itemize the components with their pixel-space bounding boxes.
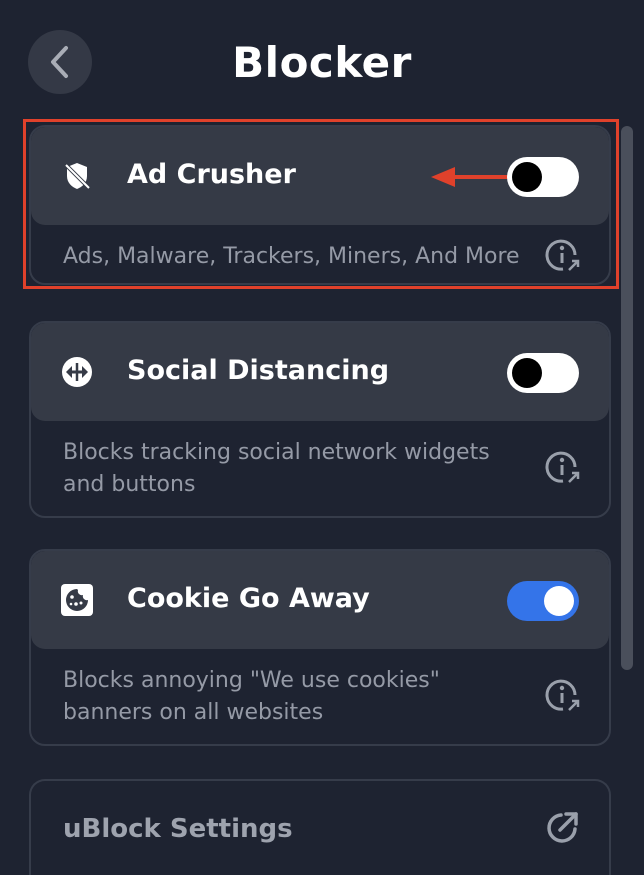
ad-crusher-description: Ads, Malware, Trackers, Miners, And More	[63, 244, 520, 269]
scrollbar[interactable]	[621, 126, 633, 670]
cookie-go-away-title: Cookie Go Away	[127, 583, 370, 614]
ad-crusher-header: Ad Crusher	[31, 127, 609, 225]
info-icon[interactable]	[545, 677, 581, 713]
ublock-settings-label: uBlock Settings	[63, 814, 293, 844]
social-distancing-title: Social Distancing	[127, 355, 390, 386]
social-distancing-icon	[62, 357, 92, 387]
toggle-knob	[512, 358, 542, 388]
toggle-knob	[544, 586, 574, 616]
toggle-knob	[512, 162, 542, 192]
cookie-go-away-header: Cookie Go Away	[31, 551, 609, 649]
cookie-go-away-card: Cookie Go Away Blocks annoying "We use c…	[29, 549, 611, 746]
ad-crusher-card: Ad Crusher Ads, Malware, Trackers, Miner…	[29, 125, 611, 285]
social-distancing-toggle[interactable]	[507, 353, 579, 393]
cookie-go-away-toggle[interactable]	[507, 581, 579, 621]
social-distancing-card: Social Distancing Blocks tracking social…	[29, 321, 611, 518]
info-icon[interactable]	[545, 237, 581, 273]
cookie-go-away-description: Blocks annoying "We use cookies" banners…	[63, 668, 440, 725]
social-distancing-description: Blocks tracking social network widgets a…	[63, 440, 490, 497]
ad-crusher-icon	[64, 163, 91, 190]
social-distancing-header: Social Distancing	[31, 323, 609, 421]
page-title: Blocker	[232, 38, 412, 87]
blocker-page: Blocker Ad Crusher Ads, Malware, Tracker…	[0, 0, 644, 875]
ad-crusher-toggle[interactable]	[507, 157, 579, 197]
cookie-icon	[61, 584, 93, 616]
ublock-settings-button[interactable]: uBlock Settings	[29, 779, 611, 875]
external-link-icon	[547, 812, 578, 843]
info-icon[interactable]	[545, 449, 581, 485]
ad-crusher-title: Ad Crusher	[127, 159, 296, 190]
